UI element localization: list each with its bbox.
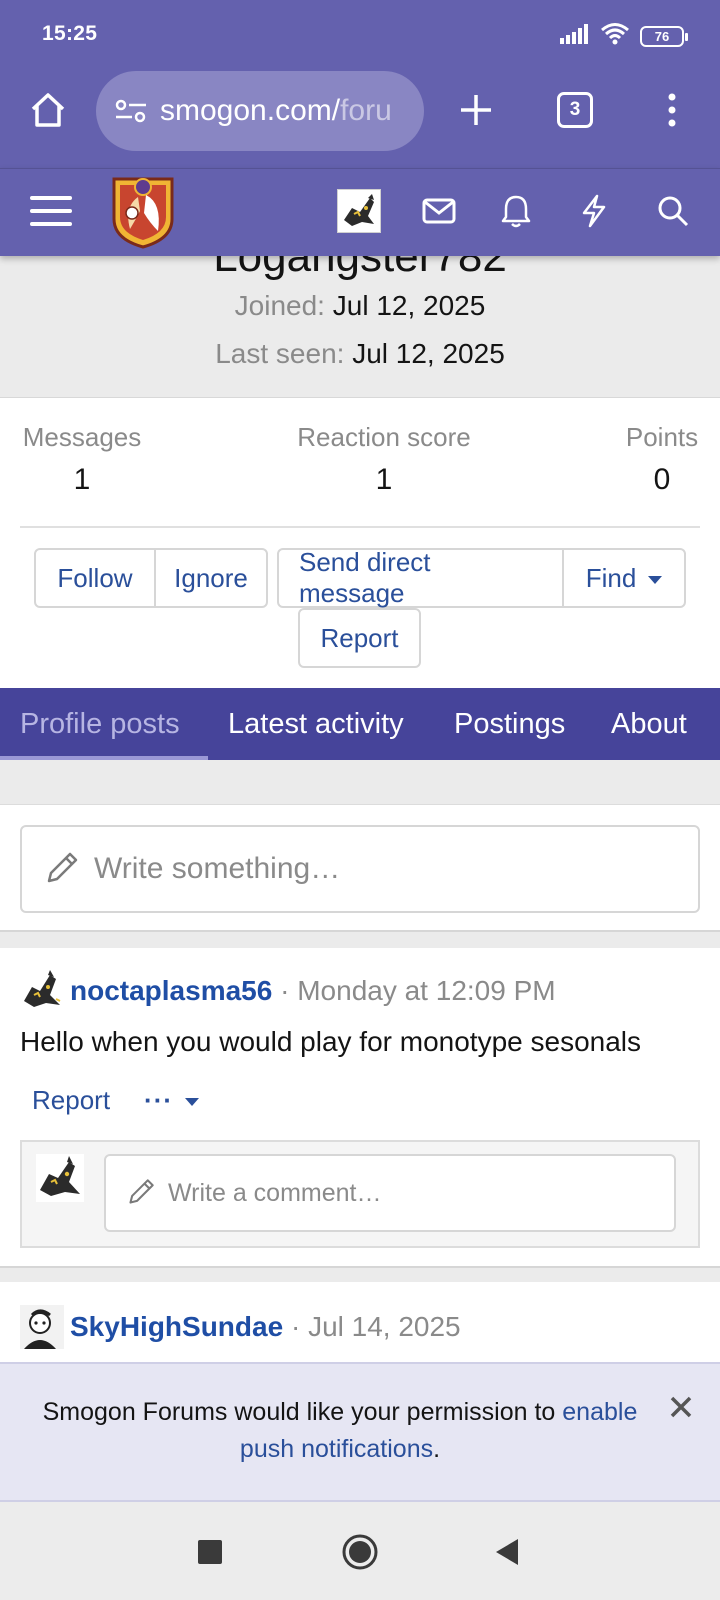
- more-vert-icon[interactable]: [650, 86, 694, 134]
- profile-header: Logangster782 Joined: Jul 12, 2025 Last …: [0, 256, 720, 398]
- browser-chrome: 15:25 76 smogon.com/foru 3: [0, 0, 720, 168]
- recents-icon[interactable]: [188, 1530, 232, 1574]
- stat-reaction-score: Reaction score 1: [284, 422, 484, 497]
- hamburger-menu-icon[interactable]: [30, 188, 76, 234]
- stat-value: 0: [653, 463, 671, 496]
- stat-label: Messages: [22, 422, 142, 452]
- profile-post: SkyHighSundae · Jul 14, 2025: [0, 1282, 720, 1362]
- ignore-button[interactable]: Ignore: [154, 550, 266, 606]
- user-avatar[interactable]: [337, 189, 381, 233]
- post-separator: ·: [283, 1311, 309, 1342]
- signal-icon: [560, 24, 590, 49]
- write-something-input[interactable]: Write something…: [20, 825, 700, 913]
- follow-button[interactable]: Follow: [36, 550, 154, 606]
- post-timestamp[interactable]: Monday at 12:09 PM: [297, 975, 555, 1007]
- send-direct-message-button[interactable]: Send direct message: [279, 547, 562, 608]
- pencil-icon: [46, 850, 80, 889]
- notice-message: Smogon Forums would like your permission…: [42, 1398, 563, 1426]
- spacer: [0, 932, 720, 948]
- last-seen-label: Last seen:: [215, 338, 345, 369]
- stat-value: 1: [73, 463, 91, 496]
- post-header: noctaplasma56 · Monday at 12:09 PM: [20, 968, 556, 1014]
- chevron-down-icon: [648, 575, 663, 584]
- status-bar: 15:25 76: [0, 0, 720, 64]
- url-row: smogon.com/foru 3: [0, 70, 720, 152]
- post-timestamp[interactable]: Jul 14, 2025: [308, 1311, 461, 1343]
- post-report-link[interactable]: Report: [32, 1085, 110, 1116]
- stat-value: 1: [375, 463, 393, 496]
- new-tab-icon[interactable]: [452, 86, 500, 134]
- status-icons: 76: [560, 22, 688, 51]
- write-comment-input[interactable]: Write a comment…: [104, 1154, 676, 1232]
- last-seen-value: Jul 12, 2025: [352, 338, 505, 369]
- report-profile-button[interactable]: Report: [300, 610, 419, 666]
- post-separator: ·: [272, 975, 298, 1006]
- tab-latest-activity[interactable]: Latest activity: [228, 688, 404, 760]
- mail-icon[interactable]: [418, 190, 460, 232]
- find-label: Find: [585, 562, 637, 593]
- last-seen-line: Last seen: Jul 12, 2025: [0, 338, 720, 370]
- system-nav-bar: [0, 1502, 720, 1600]
- push-notification-notice: Smogon Forums would like your permission…: [0, 1362, 720, 1502]
- joined-value: Jul 12, 2025: [332, 290, 486, 321]
- tab-profile-posts[interactable]: Profile posts: [20, 688, 180, 760]
- stat-label: Reaction score: [297, 422, 471, 452]
- comment-area: Write a comment…: [20, 1140, 700, 1248]
- post-author-link[interactable]: noctaplasma56: [70, 975, 272, 1007]
- stat-label: Points: [625, 422, 699, 452]
- stats-divider: [20, 526, 700, 528]
- pencil-icon: [128, 1177, 156, 1210]
- battery-icon: 76: [640, 26, 688, 47]
- spacer: [0, 1268, 720, 1282]
- notice-end: .: [433, 1435, 441, 1463]
- address-bar[interactable]: smogon.com/foru: [96, 71, 424, 151]
- site-settings-icon[interactable]: [114, 96, 148, 126]
- search-icon[interactable]: [652, 190, 694, 232]
- tab-switcher-icon[interactable]: 3: [557, 92, 593, 128]
- url-text: smogon.com/foru: [160, 94, 392, 128]
- lightning-icon[interactable]: [573, 190, 615, 232]
- bell-icon[interactable]: [495, 190, 537, 232]
- write-comment-placeholder: Write a comment…: [168, 1178, 382, 1207]
- home-icon[interactable]: [24, 86, 72, 134]
- new-profile-post: Write something…: [0, 804, 720, 932]
- url-faded: foru: [340, 94, 392, 127]
- post-header: SkyHighSundae · Jul 14, 2025: [20, 1304, 461, 1350]
- site-header: [0, 168, 720, 256]
- profile-tabs: Profile posts Latest activity Postings A…: [0, 688, 720, 760]
- post-more-menu[interactable]: ···: [144, 1084, 200, 1116]
- joined-line: Joined: Jul 12, 2025: [0, 290, 720, 322]
- post-author-avatar[interactable]: [20, 969, 64, 1013]
- close-icon[interactable]: [664, 1390, 698, 1424]
- profile-post: noctaplasma56 · Monday at 12:09 PM Hello…: [0, 948, 720, 1268]
- header-divider: [0, 168, 720, 169]
- follow-ignore-group: Follow Ignore: [34, 548, 268, 608]
- post-author-link[interactable]: SkyHighSundae: [70, 1311, 283, 1343]
- find-button[interactable]: Find: [562, 550, 684, 606]
- post-author-avatar[interactable]: [20, 1305, 64, 1349]
- profile-stats: Messages 1 Reaction score 1 Points 0 Fol…: [0, 398, 720, 688]
- status-time: 15:25: [42, 22, 98, 45]
- write-something-placeholder: Write something…: [94, 852, 341, 885]
- post-actions: Report ···: [32, 1080, 200, 1120]
- report-group: Report: [298, 608, 421, 668]
- tab-about[interactable]: About: [611, 688, 687, 760]
- url-main: smogon.com/: [160, 94, 341, 127]
- back-icon[interactable]: [484, 1530, 528, 1574]
- home-nav-icon[interactable]: [338, 1530, 382, 1574]
- profile-username: Logangster782: [213, 256, 507, 281]
- smogon-logo[interactable]: [110, 173, 176, 249]
- tab-postings[interactable]: Postings: [454, 688, 565, 760]
- stat-messages: Messages 1: [20, 422, 144, 497]
- wifi-icon: [600, 22, 630, 51]
- chevron-down-icon: [185, 1097, 200, 1106]
- notice-text: Smogon Forums would like your permission…: [20, 1394, 660, 1468]
- spacer: [0, 760, 720, 804]
- post-body: Hello when you would play for monotype s…: [20, 1026, 642, 1057]
- message-find-group: Send direct message Find: [277, 547, 686, 608]
- commenter-avatar: [36, 1154, 84, 1202]
- joined-label: Joined:: [234, 290, 325, 321]
- stat-points: Points 0: [612, 422, 712, 497]
- more-dots-icon: ···: [144, 1084, 174, 1115]
